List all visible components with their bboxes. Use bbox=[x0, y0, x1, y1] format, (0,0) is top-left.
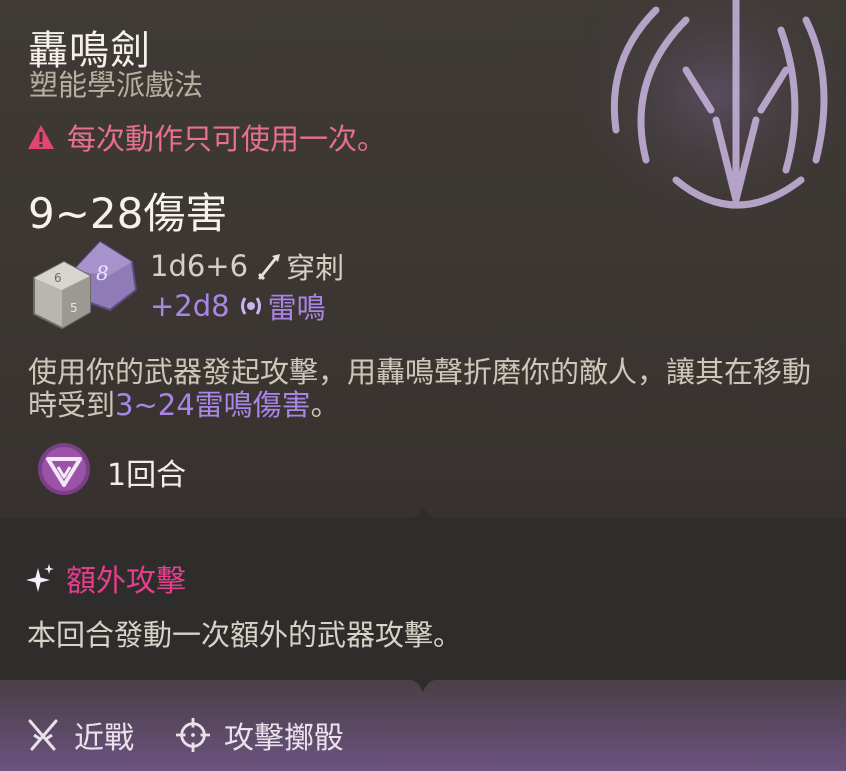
target-icon bbox=[176, 718, 210, 752]
piercing-icon bbox=[258, 254, 281, 280]
crossed-swords-icon bbox=[28, 719, 58, 751]
tag-attack-roll-label: 攻擊擲骰 bbox=[224, 721, 344, 756]
physical-damage-type: 穿刺 bbox=[286, 251, 345, 285]
svg-text:6: 6 bbox=[54, 271, 62, 285]
physical-damage-line: 1d6+6 穿刺 bbox=[150, 245, 344, 287]
warning-text: 每次動作只可使用一次。 bbox=[67, 122, 387, 156]
svg-text:5: 5 bbox=[70, 301, 78, 315]
dice-icon: 8 6 5 bbox=[33, 240, 138, 330]
sparkle-icon bbox=[26, 564, 54, 592]
divider-notch-bottom bbox=[0, 668, 846, 692]
extra-attack-description: 本回合發動一次額外的武器攻擊。 bbox=[27, 618, 463, 652]
description-highlight: 3~24雷鳴傷害 bbox=[115, 388, 311, 422]
tag-melee-label: 近戰 bbox=[74, 721, 134, 756]
thunder-damage-line: +2d8 雷鳴 bbox=[150, 285, 326, 327]
tag-melee: 近戰 bbox=[26, 713, 134, 757]
duration-text: 1回合 bbox=[107, 458, 187, 493]
thunder-icon bbox=[240, 297, 261, 315]
spell-description: 使用你的武器發起攻擊，用轟鳴聲折磨你的敵人，讓其在移動時受到3~24雷鳴傷害。 bbox=[28, 356, 818, 422]
thunder-damage-dice: +2d8 bbox=[150, 289, 230, 323]
divider-notch bbox=[0, 505, 846, 525]
svg-text:8: 8 bbox=[96, 261, 109, 285]
spell-emblem-icon bbox=[586, 0, 846, 235]
tag-attack-roll: 攻擊擲骰 bbox=[176, 713, 344, 757]
warning-icon bbox=[28, 125, 54, 149]
duration-status-icon bbox=[38, 443, 90, 495]
extra-attack-title: 額外攻擊 bbox=[26, 556, 186, 600]
damage-total: 9~28傷害 bbox=[28, 189, 228, 238]
physical-damage-dice: 1d6+6 bbox=[150, 249, 249, 283]
extra-attack-label: 額外攻擊 bbox=[66, 564, 186, 599]
usage-warning: 每次動作只可使用一次。 bbox=[27, 116, 386, 158]
spell-school: 塑能學派戲法 bbox=[29, 68, 204, 102]
thunder-damage-type: 雷鳴 bbox=[267, 291, 326, 325]
description-end: 。 bbox=[310, 388, 340, 422]
